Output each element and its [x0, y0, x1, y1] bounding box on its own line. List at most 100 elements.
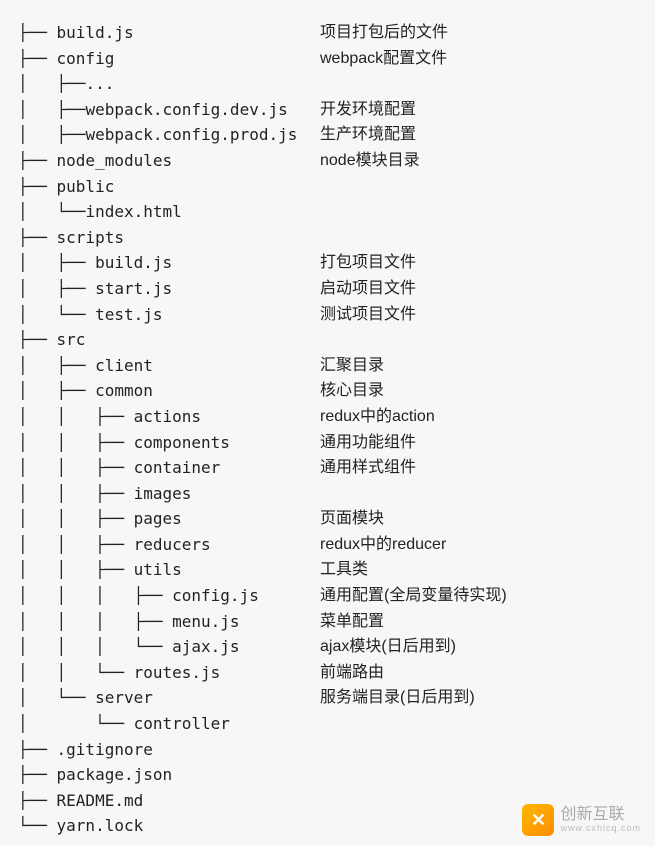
- tree-item-name: webpack.config.prod.js: [85, 122, 297, 148]
- tree-item-description: 打包项目文件: [320, 250, 416, 276]
- tree-item-name: public: [57, 174, 115, 200]
- tree-row: │ │ ├── pages页面模块: [18, 506, 637, 532]
- tree-item-name: container: [134, 455, 221, 481]
- tree-item-name: controller: [134, 711, 230, 737]
- watermark-text: 创新互联 www.cxhlcq.com: [560, 806, 641, 833]
- tree-item-description: 前端路由: [320, 660, 384, 686]
- tree-prefix: └──: [18, 813, 57, 839]
- tree-prefix: │ ├──: [18, 97, 85, 123]
- tree-item-name: menu.js: [172, 609, 239, 635]
- tree-item-description: 汇聚目录: [320, 353, 384, 379]
- tree-item-name: client: [95, 353, 153, 379]
- tree-item-name: reducers: [134, 532, 211, 558]
- tree-item-name: config.js: [172, 583, 259, 609]
- watermark: ✕ 创新互联 www.cxhlcq.com: [522, 804, 641, 836]
- tree-item-description: 项目打包后的文件: [320, 20, 448, 46]
- tree-row: ├── build.js项目打包后的文件: [18, 20, 637, 46]
- tree-prefix: ├──: [18, 737, 57, 763]
- tree-item-description: 页面模块: [320, 506, 384, 532]
- tree-row: │ ├── build.js打包项目文件: [18, 250, 637, 276]
- tree-row: │ └── controller: [18, 711, 637, 737]
- tree-item-description: 开发环境配置: [320, 97, 416, 123]
- tree-prefix: │ │ │ ├──: [18, 583, 172, 609]
- tree-item-description: 工具类: [320, 557, 368, 583]
- tree-item-name: components: [134, 430, 230, 456]
- tree-item-name: pages: [134, 506, 182, 532]
- tree-item-name: server: [95, 685, 153, 711]
- tree-item-name: .gitignore: [57, 737, 153, 763]
- tree-row: │ │ │ ├── menu.js菜单配置: [18, 609, 637, 635]
- tree-prefix: │ │ ├──: [18, 404, 134, 430]
- tree-item-name: node_modules: [57, 148, 173, 174]
- tree-item-name: utils: [134, 557, 182, 583]
- tree-item-description: redux中的action: [320, 404, 435, 430]
- tree-prefix: ├──: [18, 788, 57, 814]
- tree-item-name: common: [95, 378, 153, 404]
- tree-row: ├── configwebpack配置文件: [18, 46, 637, 72]
- tree-row: │ └──index.html: [18, 199, 637, 225]
- tree-item-description: node模块目录: [320, 148, 420, 174]
- tree-row: │ │ ├── utils 工具类: [18, 557, 637, 583]
- tree-item-name: test.js: [95, 302, 162, 328]
- tree-prefix: │ ├──: [18, 250, 95, 276]
- tree-row: ├── scripts: [18, 225, 637, 251]
- tree-prefix: │ ├──: [18, 276, 95, 302]
- tree-row: │ │ ├── actions redux中的action: [18, 404, 637, 430]
- tree-row: │ ├── common核心目录: [18, 378, 637, 404]
- tree-prefix: ├──: [18, 148, 57, 174]
- tree-prefix: │ │ └──: [18, 660, 134, 686]
- tree-prefix: ├──: [18, 46, 57, 72]
- tree-row: │ │ ├── container通用样式组件: [18, 455, 637, 481]
- tree-row: │ └── test.js测试项目文件: [18, 302, 637, 328]
- tree-row: │ ├──...: [18, 71, 637, 97]
- tree-item-name: build.js: [57, 20, 134, 46]
- tree-prefix: │ │ ├──: [18, 430, 134, 456]
- tree-prefix: │ ├──: [18, 122, 85, 148]
- tree-prefix: │ └──: [18, 199, 85, 225]
- tree-row: │ │ ├── images: [18, 481, 637, 507]
- tree-row: │ │ └── routes.js 前端路由: [18, 660, 637, 686]
- tree-prefix: │ └──: [18, 685, 95, 711]
- tree-item-name: index.html: [85, 199, 181, 225]
- tree-item-name: routes.js: [134, 660, 221, 686]
- tree-item-name: start.js: [95, 276, 172, 302]
- tree-item-name: webpack.config.dev.js: [85, 97, 287, 123]
- tree-prefix: ├──: [18, 762, 57, 788]
- tree-prefix: │ │ ├──: [18, 557, 134, 583]
- tree-prefix: ├──: [18, 327, 57, 353]
- tree-item-name: config: [57, 46, 115, 72]
- tree-row: │ │ │ ├── config.js 通用配置(全局变量待实现): [18, 583, 637, 609]
- watermark-icon-glyph: ✕: [531, 806, 546, 835]
- tree-item-name: images: [134, 481, 192, 507]
- tree-prefix: │ │ │ ├──: [18, 609, 172, 635]
- tree-prefix: │ ├──: [18, 71, 85, 97]
- tree-row: │ │ ├── components通用功能组件: [18, 430, 637, 456]
- tree-row: │ ├──webpack.config.prod.js 生产环境配置: [18, 122, 637, 148]
- tree-item-description: redux中的reducer: [320, 532, 446, 558]
- tree-prefix: │ └──: [18, 302, 95, 328]
- watermark-main: 创新互联: [560, 806, 641, 824]
- tree-prefix: │ ├──: [18, 353, 95, 379]
- tree-item-description: 通用配置(全局变量待实现): [320, 583, 507, 609]
- tree-row: │ │ │ └── ajax.jsajax模块(日后用到): [18, 634, 637, 660]
- tree-row: ├── .gitignore: [18, 737, 637, 763]
- tree-item-description: 服务端目录(日后用到): [320, 685, 475, 711]
- tree-prefix: ├──: [18, 174, 57, 200]
- tree-row: │ ├──webpack.config.dev.js 开发环境配置: [18, 97, 637, 123]
- tree-row: ├── src: [18, 327, 637, 353]
- tree-item-description: 生产环境配置: [320, 122, 416, 148]
- tree-row: │ └── server 服务端目录(日后用到): [18, 685, 637, 711]
- tree-item-description: 启动项目文件: [320, 276, 416, 302]
- tree-item-name: yarn.lock: [57, 813, 144, 839]
- tree-prefix: │ │ ├──: [18, 481, 134, 507]
- tree-row: │ ├── start.js 启动项目文件: [18, 276, 637, 302]
- watermark-logo-icon: ✕: [522, 804, 554, 836]
- tree-item-name: scripts: [57, 225, 124, 251]
- tree-item-name: actions: [134, 404, 201, 430]
- tree-row: ├── public: [18, 174, 637, 200]
- tree-row: │ │ ├── reducersredux中的reducer: [18, 532, 637, 558]
- tree-row: ├── node_modules node模块目录: [18, 148, 637, 174]
- tree-prefix: │ └──: [18, 711, 134, 737]
- tree-item-description: 核心目录: [320, 378, 384, 404]
- tree-item-name: ...: [85, 71, 114, 97]
